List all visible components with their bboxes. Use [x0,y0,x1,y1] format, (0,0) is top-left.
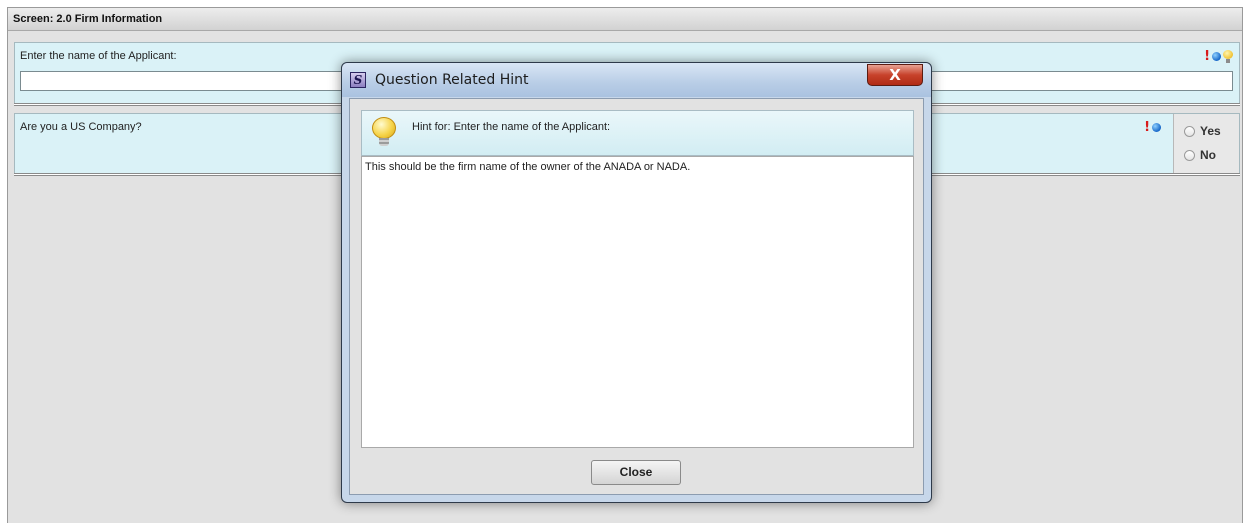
info-dot-icon[interactable] [1212,52,1221,61]
question-icons: ! [1204,50,1233,63]
radio-yes-label: Yes [1200,124,1221,138]
dialog-content: Hint for: Enter the name of the Applican… [349,98,924,495]
question-label: Enter the name of the Applicant: [20,50,177,62]
radio-circle[interactable] [1184,125,1195,137]
question-icons: ! [1144,121,1161,134]
radio-circle[interactable] [1184,149,1195,161]
hint-bulb-icon[interactable] [1223,50,1233,63]
window-close-button[interactable]: X [867,64,923,86]
radio-no-label: No [1200,148,1216,162]
dialog-titlebar[interactable]: S Question Related Hint X [342,63,931,97]
app-icon: S [350,72,366,88]
lightbulb-icon [372,117,396,149]
required-icon[interactable]: ! [1204,50,1210,63]
radio-no[interactable]: No [1184,148,1216,162]
hint-title: Hint for: Enter the name of the Applican… [412,121,611,133]
hint-text-area[interactable]: This should be the firm name of the owne… [361,156,914,448]
screen-header: Screen: 2.0 Firm Information [8,8,1242,31]
hint-dialog: S Question Related Hint X Hint for: Ente… [341,62,932,503]
dialog-title: Question Related Hint [375,72,529,88]
hint-body-text: This should be the firm name of the owne… [365,161,691,173]
info-dot-icon[interactable] [1152,123,1161,132]
hint-header: Hint for: Enter the name of the Applican… [361,110,914,156]
question-label: Are you a US Company? [20,121,142,133]
radio-yes[interactable]: Yes [1184,124,1221,138]
yes-no-options: Yes No [1173,114,1239,174]
required-icon[interactable]: ! [1144,121,1150,134]
close-button[interactable]: Close [591,460,681,485]
